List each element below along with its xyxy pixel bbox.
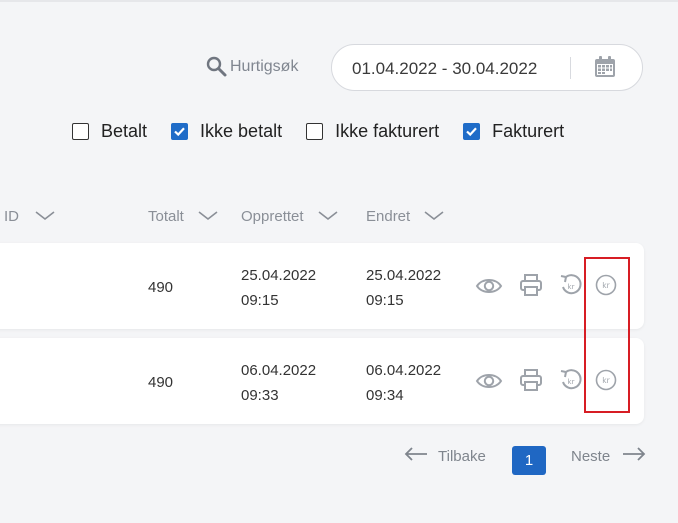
top-divider	[0, 0, 678, 2]
calendar-icon[interactable]	[593, 55, 617, 84]
chevron-down-icon	[318, 208, 338, 225]
arrow-left-icon	[404, 447, 428, 465]
checkmark-icon	[174, 127, 185, 137]
column-header-changed[interactable]: Endret	[366, 208, 444, 225]
column-header-created[interactable]: Opprettet	[241, 208, 338, 225]
svg-text:kr: kr	[568, 283, 575, 291]
filter-label: Ikke fakturert	[335, 121, 440, 141]
arrow-right-icon	[622, 447, 646, 465]
filter-ikke-betalt[interactable]: Ikke betalt	[171, 121, 282, 142]
pagination-next[interactable]: Neste	[571, 447, 646, 465]
total-cell: 490	[148, 279, 174, 296]
created-cell: 06.04.2022 09:33	[241, 358, 316, 408]
pagination-current-page[interactable]: 1	[512, 446, 546, 475]
column-header-id[interactable]: ID	[4, 208, 55, 225]
changed-time: 09:15	[366, 292, 404, 309]
created-date: 25.04.2022	[241, 267, 317, 284]
changed-date: 25.04.2022	[366, 267, 442, 284]
filter-label: Ikke betalt	[200, 121, 283, 141]
ikke-betalt-checkbox[interactable]	[171, 123, 189, 140]
pagination-prev-label: Tilbake	[438, 447, 486, 465]
betalt-checkbox[interactable]	[72, 123, 89, 140]
pagination-next-label: Neste	[571, 447, 611, 465]
filter-ikke-fakturert[interactable]: Ikke fakturert	[306, 121, 439, 142]
refund-icon[interactable]: kr	[559, 368, 583, 392]
filter-fakturert[interactable]: Fakturert	[463, 121, 564, 142]
date-range-divider	[570, 57, 571, 79]
date-range-field[interactable]: 01.04.2022 - 30.04.2022	[331, 44, 643, 91]
highlight-box	[584, 257, 630, 413]
table-row[interactable]: 490 25.04.2022 09:15 25.04.2022 09:15 kr…	[0, 243, 644, 329]
quick-search-label: Hurtigsøk	[230, 58, 299, 75]
column-label: Totalt	[148, 208, 184, 225]
filter-betalt[interactable]: Betalt	[72, 121, 147, 142]
svg-text:kr: kr	[568, 378, 575, 386]
pagination-prev[interactable]: Tilbake	[404, 447, 486, 465]
changed-time: 09:34	[366, 387, 404, 404]
eye-icon[interactable]	[475, 367, 503, 395]
created-cell: 25.04.2022 09:15	[241, 263, 316, 313]
column-label: ID	[4, 208, 19, 225]
print-icon[interactable]	[519, 273, 543, 297]
quick-search[interactable]: Hurtigsøk	[206, 56, 298, 78]
fakturert-checkbox[interactable]	[463, 123, 481, 140]
column-header-total[interactable]: Totalt	[148, 208, 218, 225]
eye-icon[interactable]	[475, 272, 503, 300]
column-label: Endret	[366, 208, 411, 225]
date-range-value: 01.04.2022 - 30.04.2022	[352, 59, 538, 78]
chevron-down-icon	[198, 208, 218, 225]
search-icon	[206, 56, 228, 78]
checkmark-icon	[466, 127, 477, 137]
column-label: Opprettet	[241, 208, 304, 225]
print-icon[interactable]	[519, 368, 543, 392]
ikke-fakturert-checkbox[interactable]	[306, 123, 324, 140]
filter-label: Fakturert	[492, 121, 565, 141]
changed-date: 06.04.2022	[366, 362, 442, 379]
filter-label: Betalt	[101, 121, 148, 141]
created-time: 09:33	[241, 387, 279, 404]
chevron-down-icon	[35, 208, 55, 225]
changed-cell: 25.04.2022 09:15	[366, 263, 441, 313]
table-row[interactable]: 490 06.04.2022 09:33 06.04.2022 09:34 kr…	[0, 338, 644, 424]
created-time: 09:15	[241, 292, 279, 309]
created-date: 06.04.2022	[241, 362, 317, 379]
refund-icon[interactable]: kr	[559, 273, 583, 297]
status-filters: Betalt Ikke betalt Ikke fakturert Faktur…	[72, 121, 564, 142]
total-cell: 490	[148, 374, 174, 391]
changed-cell: 06.04.2022 09:34	[366, 358, 441, 408]
chevron-down-icon	[424, 208, 444, 225]
